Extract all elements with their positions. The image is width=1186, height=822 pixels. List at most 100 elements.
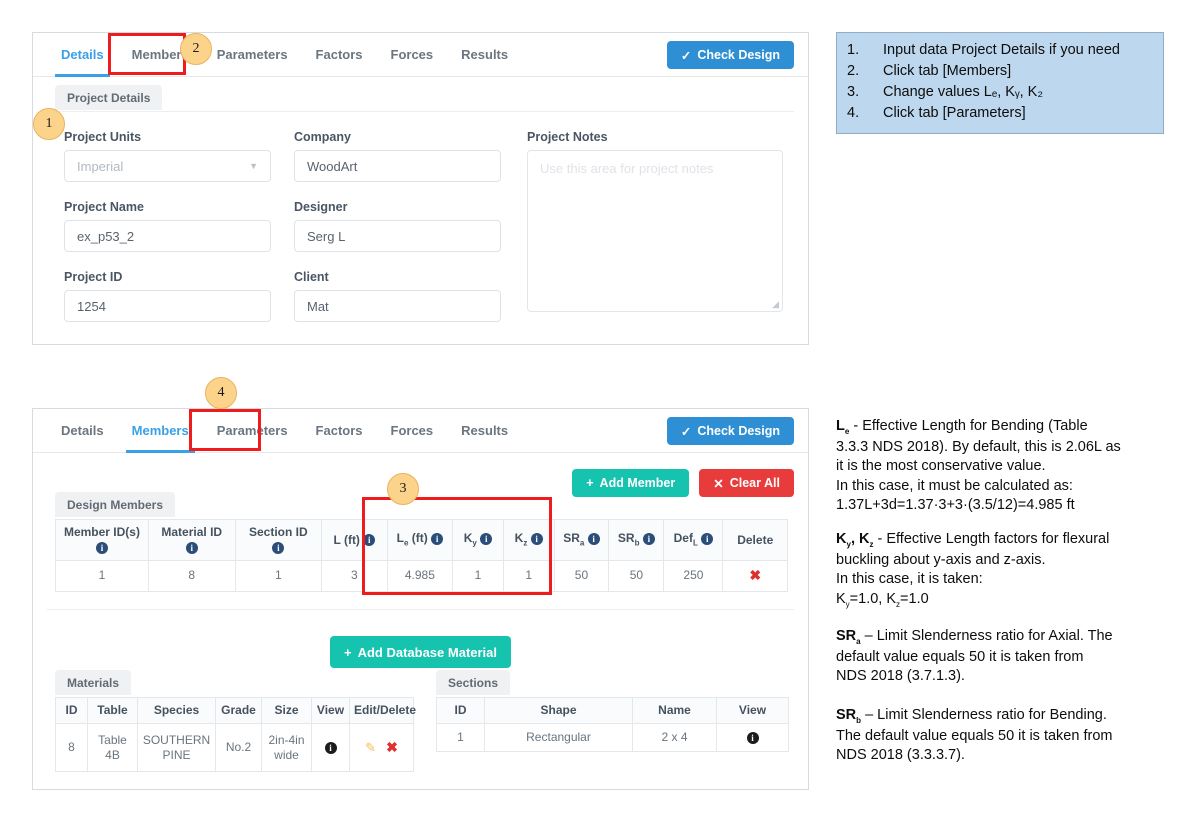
col-id: ID xyxy=(55,697,88,724)
info-icon[interactable]: i xyxy=(480,533,493,546)
col-defl[interactable]: DefL i xyxy=(663,519,724,561)
cell-view[interactable]: i xyxy=(311,723,350,772)
cell-ky[interactable]: 1 xyxy=(452,560,504,592)
col-id: ID xyxy=(436,697,485,724)
subtab-project-details[interactable]: Project Details xyxy=(55,85,163,110)
tab-forces[interactable]: Forces xyxy=(377,409,448,452)
table-row[interactable]: 1 Rectangular 2 x 4 i xyxy=(436,723,789,752)
info-icon[interactable]: i xyxy=(363,534,376,547)
company-input[interactable]: WoodArt xyxy=(294,150,501,182)
cell-defl[interactable]: 250 xyxy=(663,560,724,592)
check-icon: ✓ xyxy=(680,424,692,439)
subtab-materials[interactable]: Materials xyxy=(55,670,132,695)
col-ky[interactable]: Ky i xyxy=(452,519,504,561)
info-icon[interactable]: i xyxy=(701,533,714,546)
cell-table: Table 4B xyxy=(87,723,138,772)
note-line: In this case, it must be calculated as: xyxy=(836,477,1073,494)
add-database-material-row: + Add Database Material xyxy=(33,636,808,668)
note-k-factors: Ky, Kz - Effective Length factors for fl… xyxy=(836,531,1110,609)
cell-srb[interactable]: 50 xyxy=(608,560,665,592)
sections-header-row: ID Shape Name View xyxy=(436,697,789,724)
tab-label: Details xyxy=(61,423,104,438)
step-text: Input data Project Details if you need xyxy=(883,42,1120,58)
project-id-input[interactable]: 1254 xyxy=(64,290,271,322)
info-icon[interactable]: i xyxy=(530,533,543,546)
tab-results[interactable]: Results xyxy=(447,33,522,76)
tab-parameters[interactable]: Parameters xyxy=(203,409,302,452)
clear-all-button[interactable]: ✕ Clear All xyxy=(699,469,794,497)
cell-l[interactable]: 3 xyxy=(321,560,388,592)
col-sub: b xyxy=(634,538,640,548)
tab-label: Factors xyxy=(315,47,363,62)
check-design-button[interactable]: ✓ Check Design xyxy=(666,417,794,445)
cell-sra[interactable]: 50 xyxy=(553,560,610,592)
cell-member-ids[interactable]: 1 xyxy=(55,560,149,592)
project-units-value: Imperial xyxy=(77,158,124,174)
client-input[interactable]: Mat xyxy=(294,290,501,322)
project-units-select[interactable]: Imperial ▼ xyxy=(64,150,271,182)
subtab-label: Project Details xyxy=(55,85,163,110)
step-item: 1. Input data Project Details if you nee… xyxy=(847,40,1153,61)
sections-table: ID Shape Name View 1 Rectangular 2 x 4 i xyxy=(436,697,789,752)
tab-factors[interactable]: Factors xyxy=(302,33,377,76)
tab-results[interactable]: Results xyxy=(447,409,522,452)
cell-section-id[interactable]: 1 xyxy=(234,560,323,592)
client-value: Mat xyxy=(307,298,329,314)
col-section-id[interactable]: Section ID i xyxy=(234,519,323,561)
tab-details[interactable]: Details xyxy=(47,409,118,452)
info-icon[interactable]: i xyxy=(185,541,198,554)
resize-grip-icon[interactable]: ◢ xyxy=(772,300,779,309)
tab-factors[interactable]: Factors xyxy=(302,409,377,452)
col-label: K xyxy=(514,531,524,546)
check-design-label: Check Design xyxy=(697,48,780,62)
tab-forces[interactable]: Forces xyxy=(377,33,448,76)
design-members-header-row: Member ID(s) i Material ID i Section ID … xyxy=(55,519,788,561)
note-line: buckling about y-axis and z-axis. xyxy=(836,551,1046,568)
col-srb[interactable]: SRb i xyxy=(608,519,665,561)
cell-edit-delete[interactable]: ✎ ✖ xyxy=(349,723,414,772)
cell-kz[interactable]: 1 xyxy=(502,560,555,592)
tab-details[interactable]: Details xyxy=(47,33,118,77)
col-material-id[interactable]: Material ID i xyxy=(147,519,236,561)
col-member-ids[interactable]: Member ID(s) i xyxy=(55,519,149,561)
table-row[interactable]: 1 8 1 3 4.985 1 1 50 50 250 ✖ xyxy=(55,560,788,592)
cell-id: 1 xyxy=(436,723,485,752)
info-icon[interactable]: i xyxy=(587,533,600,546)
cell-material-id[interactable]: 8 xyxy=(147,560,236,592)
info-icon[interactable]: i xyxy=(746,731,759,744)
table-row[interactable]: 8 Table 4B SOUTHERN PINE No.2 2in-4in wi… xyxy=(55,723,414,772)
check-design-button[interactable]: ✓ Check Design xyxy=(666,41,794,69)
tab-parameters[interactable]: Parameters xyxy=(203,33,302,76)
designer-input[interactable]: Serg L xyxy=(294,220,501,252)
add-database-material-label: Add Database Material xyxy=(357,644,498,660)
project-name-input[interactable]: ex_p53_2 xyxy=(64,220,271,252)
col-l[interactable]: L (ft) i xyxy=(321,519,388,561)
col-sra[interactable]: SRa i xyxy=(553,519,610,561)
add-member-button[interactable]: + Add Member xyxy=(572,469,690,497)
plus-icon: + xyxy=(343,644,352,660)
info-icon[interactable]: i xyxy=(272,541,285,554)
tab-members[interactable]: Members xyxy=(118,409,203,453)
project-id-label: Project ID xyxy=(64,270,123,284)
edit-icon[interactable]: ✎ xyxy=(365,740,376,755)
cell-grade: No.2 xyxy=(215,723,262,772)
step-text: Click tab [Parameters] xyxy=(883,105,1026,122)
col-kz[interactable]: Kz i xyxy=(502,519,555,561)
subtab-sections[interactable]: Sections xyxy=(436,670,511,695)
subtab-design-members[interactable]: Design Members xyxy=(55,492,176,517)
step-item: 2. Click tab [Members] xyxy=(847,61,1153,82)
cell-le[interactable]: 4.985 xyxy=(386,560,454,592)
project-name-label: Project Name xyxy=(64,200,144,214)
col-le[interactable]: Le (ft) i xyxy=(386,519,454,561)
cell-delete[interactable]: ✖ xyxy=(722,560,788,592)
delete-row-icon[interactable]: ✖ xyxy=(749,567,761,583)
add-database-material-button[interactable]: + Add Database Material xyxy=(329,636,512,668)
info-icon[interactable]: i xyxy=(642,533,655,546)
info-icon[interactable]: i xyxy=(95,541,108,554)
project-notes-textarea[interactable]: Use this area for project notes ◢ xyxy=(527,150,783,312)
info-icon[interactable]: i xyxy=(431,533,444,546)
step-text: Change values Lₑ, Kᵧ, K₂ xyxy=(883,84,1043,101)
delete-icon[interactable]: ✖ xyxy=(386,739,398,755)
info-icon[interactable]: i xyxy=(324,741,337,754)
cell-view[interactable]: i xyxy=(716,723,789,752)
